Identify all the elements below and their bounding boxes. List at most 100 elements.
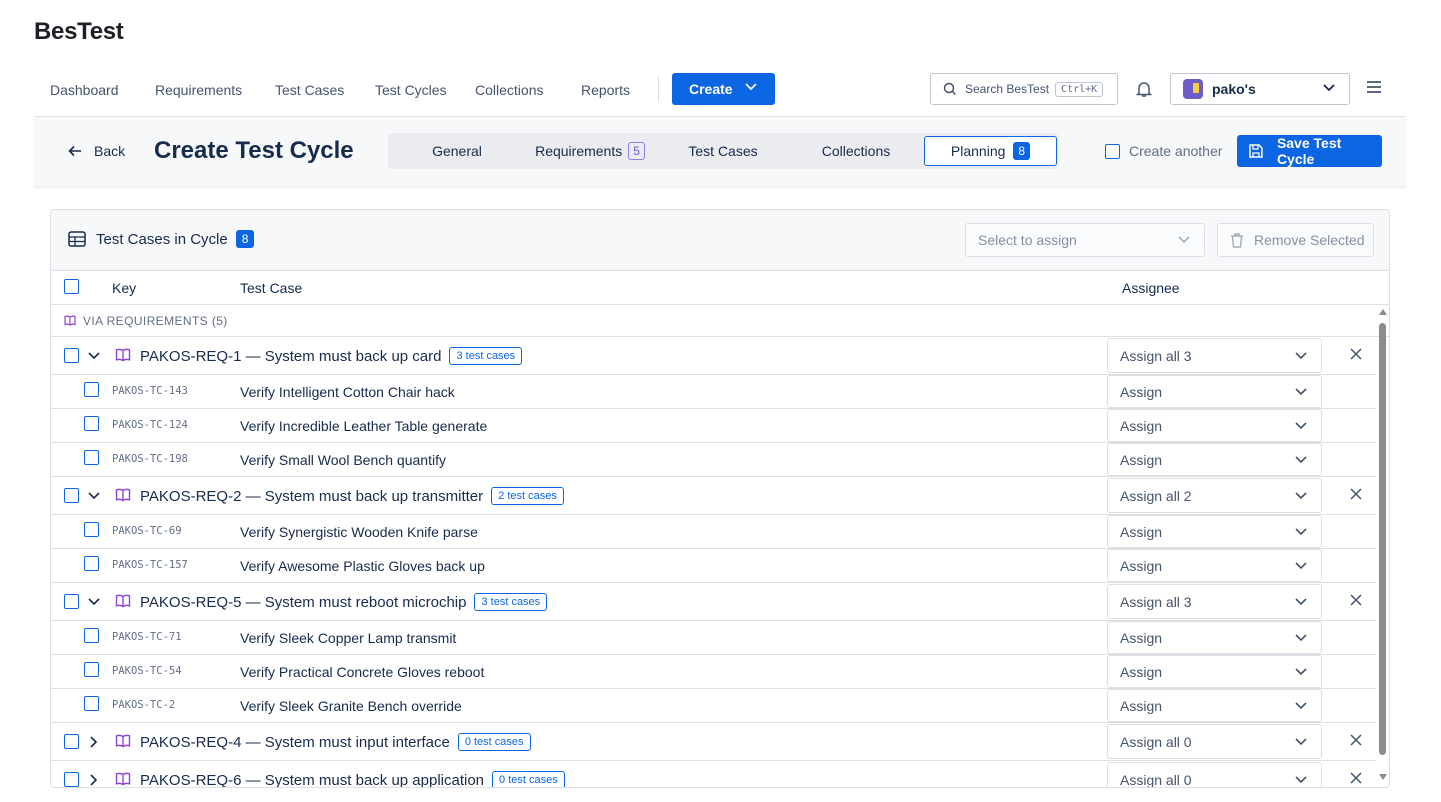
row-checkbox[interactable]	[64, 348, 79, 363]
tab-general[interactable]: General	[391, 136, 523, 166]
assign-all-dropdown[interactable]: Assign all 2	[1107, 478, 1322, 513]
scrollbar[interactable]	[1378, 307, 1388, 787]
nav-collections[interactable]: Collections	[475, 82, 543, 98]
chevron-down-icon[interactable]	[88, 492, 100, 500]
close-icon[interactable]	[1350, 772, 1362, 784]
book-icon	[115, 734, 131, 748]
assign-label: Assign	[1120, 383, 1163, 400]
bell-icon[interactable]	[1136, 80, 1152, 98]
panel-header: Test Cases in Cycle 8 Select to assign R…	[51, 210, 1389, 271]
nav-reports[interactable]: Reports	[581, 82, 630, 98]
trash-icon	[1231, 232, 1243, 248]
test-case-name[interactable]: Verify Synergistic Wooden Knife parse	[240, 524, 478, 540]
tab-label: Requirements	[535, 143, 623, 159]
chevron-down-icon	[1295, 387, 1307, 395]
assign-dropdown[interactable]: Assign	[1107, 515, 1322, 548]
row-checkbox[interactable]	[64, 594, 79, 609]
row-checkbox[interactable]	[84, 628, 99, 643]
test-case-name[interactable]: Verify Incredible Leather Table generate	[240, 418, 487, 434]
workspace-switcher[interactable]: pako's	[1170, 73, 1350, 105]
chevron-down-icon	[745, 83, 757, 91]
test-case-key[interactable]: PAKOS-TC-157	[112, 559, 188, 571]
test-case-key[interactable]: PAKOS-TC-2	[112, 699, 175, 711]
search-input[interactable]: Search BesTest Ctrl+K	[930, 73, 1118, 105]
select-all-checkbox[interactable]	[64, 279, 79, 294]
hamburger-icon[interactable]	[1367, 81, 1381, 93]
test-case-name[interactable]: Verify Practical Concrete Gloves reboot	[240, 664, 484, 680]
nav-dashboard[interactable]: Dashboard	[50, 82, 119, 98]
create-button[interactable]: Create	[672, 73, 775, 105]
assign-all-dropdown[interactable]: Assign all 0	[1107, 762, 1322, 787]
assign-all-label: Assign all 3	[1120, 347, 1192, 364]
assign-all-label: Assign all 2	[1120, 487, 1192, 504]
row-checkbox[interactable]	[84, 556, 99, 571]
test-case-name[interactable]: Verify Awesome Plastic Gloves back up	[240, 558, 485, 574]
test-case-key[interactable]: PAKOS-TC-71	[112, 631, 182, 643]
row-checkbox[interactable]	[64, 488, 79, 503]
test-case-key[interactable]: PAKOS-TC-143	[112, 385, 188, 397]
test-case-name[interactable]: Verify Sleek Copper Lamp transmit	[240, 630, 456, 646]
close-icon[interactable]	[1350, 734, 1362, 746]
tab-test-cases[interactable]: Test Cases	[657, 136, 789, 166]
assign-label: Assign	[1120, 697, 1163, 714]
test-case-row: PAKOS-TC-71 Verify Sleek Copper Lamp tran…	[51, 621, 1376, 655]
row-checkbox[interactable]	[84, 522, 99, 537]
assign-placeholder: Select to assign	[978, 232, 1077, 248]
row-checkbox[interactable]	[84, 382, 99, 397]
tab-requirements[interactable]: Requirements 5	[524, 136, 656, 166]
assign-all-dropdown[interactable]: Assign all 3	[1107, 338, 1322, 373]
assign-all-dropdown[interactable]: Assign all 3	[1107, 584, 1322, 619]
chevron-right-icon[interactable]	[90, 774, 98, 786]
assign-dropdown[interactable]: Assign	[1107, 655, 1322, 688]
assign-dropdown[interactable]: Assign	[1107, 409, 1322, 442]
scroll-down-icon[interactable]	[1379, 774, 1387, 780]
scroll-up-icon[interactable]	[1379, 309, 1387, 315]
chevron-down-icon	[1323, 84, 1335, 92]
workspace-logo-icon	[1183, 79, 1203, 99]
assign-dropdown[interactable]: Assign	[1107, 689, 1322, 722]
test-case-key[interactable]: PAKOS-TC-69	[112, 525, 182, 537]
test-case-key[interactable]: PAKOS-TC-198	[112, 453, 188, 465]
tab-planning[interactable]: Planning 8	[924, 136, 1057, 166]
close-icon[interactable]	[1350, 594, 1362, 606]
save-test-cycle-button[interactable]: Save Test Cycle	[1237, 135, 1382, 167]
back-button[interactable]: Back	[68, 143, 125, 159]
tab-collections[interactable]: Collections	[790, 136, 922, 166]
chevron-down-icon[interactable]	[88, 598, 100, 606]
chevron-down-icon	[1295, 527, 1307, 535]
checkbox[interactable]	[1105, 143, 1120, 159]
test-case-key[interactable]: PAKOS-TC-124	[112, 419, 188, 431]
assign-dropdown[interactable]: Assign	[1107, 549, 1322, 582]
chevron-right-icon[interactable]	[90, 736, 98, 748]
requirement-title-text: PAKOS-REQ-5 — System must reboot microch…	[140, 593, 467, 611]
close-icon[interactable]	[1350, 348, 1362, 360]
nav-test-cases[interactable]: Test Cases	[275, 82, 344, 98]
row-checkbox[interactable]	[64, 734, 79, 749]
test-case-name[interactable]: Verify Intelligent Cotton Chair hack	[240, 384, 455, 400]
row-checkbox[interactable]	[84, 416, 99, 431]
assign-dropdown[interactable]: Assign	[1107, 443, 1322, 476]
row-checkbox[interactable]	[64, 772, 79, 787]
column-test-case: Test Case	[240, 280, 303, 296]
row-checkbox[interactable]	[84, 696, 99, 711]
test-case-row: PAKOS-TC-69 Verify Synergistic Wooden Kni…	[51, 515, 1376, 549]
test-case-name[interactable]: Verify Small Wool Bench quantify	[240, 452, 446, 468]
row-checkbox[interactable]	[84, 662, 99, 677]
chevron-down-icon	[1178, 236, 1190, 244]
close-icon[interactable]	[1350, 488, 1362, 500]
bulk-assign-select[interactable]: Select to assign	[965, 223, 1205, 257]
create-another-checkbox[interactable]: Create another	[1105, 143, 1222, 159]
chevron-down-icon[interactable]	[88, 352, 100, 360]
scrollbar-thumb[interactable]	[1379, 323, 1386, 755]
row-checkbox[interactable]	[84, 450, 99, 465]
assign-dropdown[interactable]: Assign	[1107, 375, 1322, 408]
remove-selected-button[interactable]: Remove Selected	[1217, 223, 1374, 257]
test-case-name[interactable]: Verify Sleek Granite Bench override	[240, 698, 462, 714]
assign-dropdown[interactable]: Assign	[1107, 621, 1322, 654]
back-label: Back	[94, 143, 126, 159]
nav-requirements[interactable]: Requirements	[155, 82, 242, 98]
chevron-down-icon	[1295, 775, 1307, 783]
assign-all-dropdown[interactable]: Assign all 0	[1107, 724, 1322, 759]
test-case-key[interactable]: PAKOS-TC-54	[112, 665, 182, 677]
nav-test-cycles[interactable]: Test Cycles	[375, 82, 447, 98]
